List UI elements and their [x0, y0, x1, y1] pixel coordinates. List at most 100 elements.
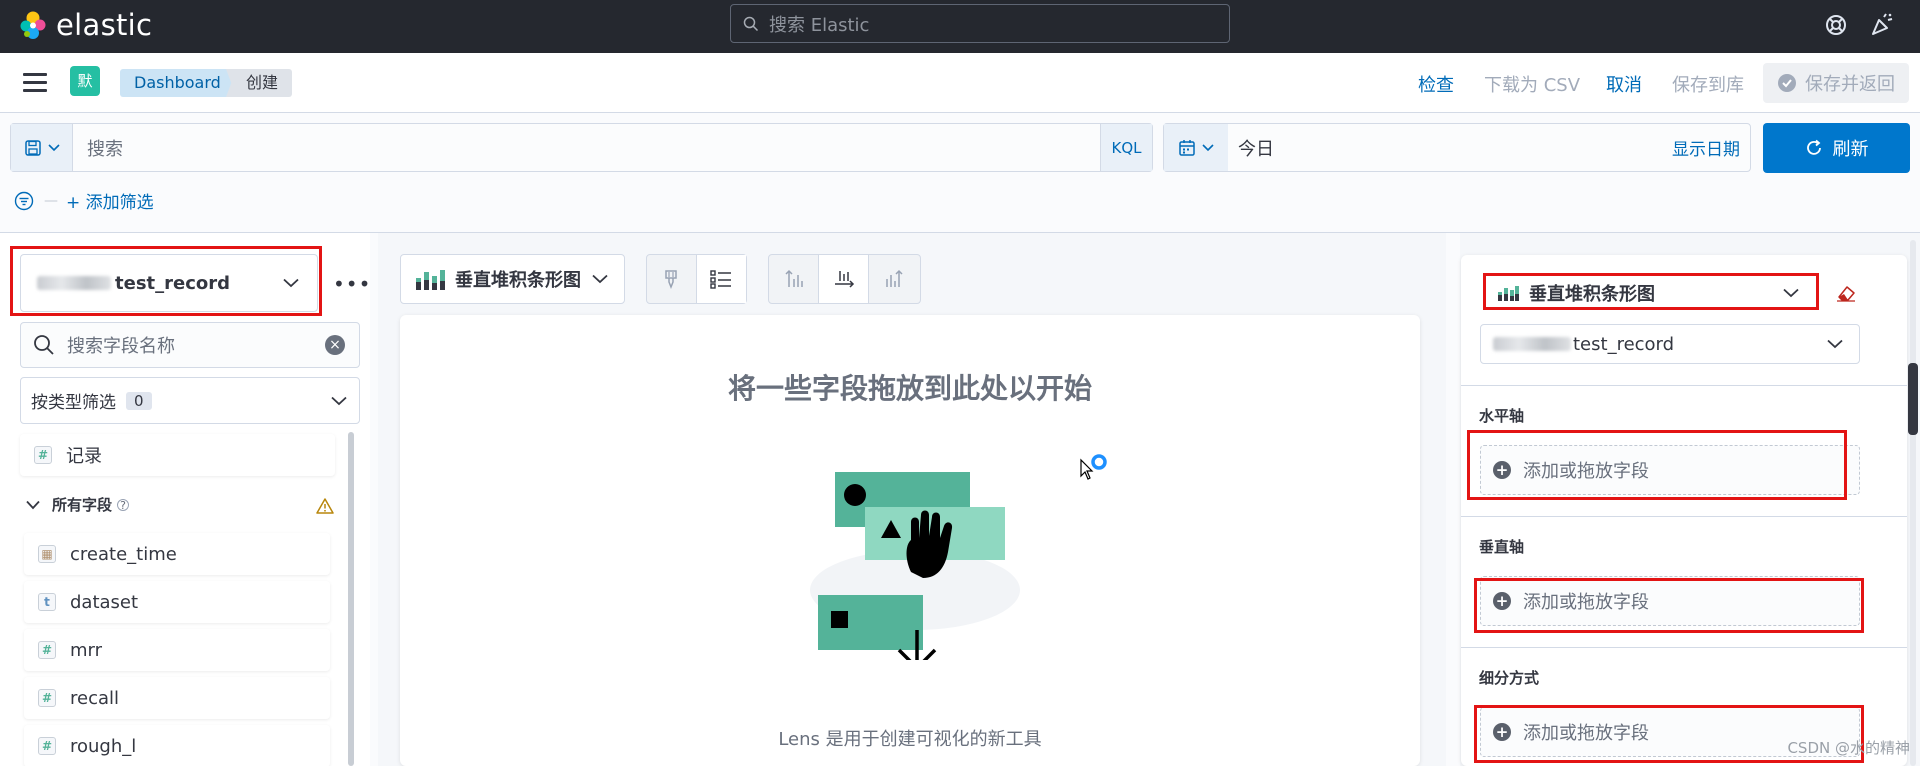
- show-dates-link[interactable]: 显示日期: [1672, 124, 1750, 171]
- config-scrollbar[interactable]: [1910, 240, 1916, 766]
- quick-date-button[interactable]: [1164, 124, 1228, 171]
- all-fields-header[interactable]: 所有字段 ?: [26, 494, 130, 515]
- warning-icon[interactable]: [316, 498, 334, 514]
- left-axis-icon: [784, 269, 803, 287]
- highlight-box-y-axis: [1474, 578, 1864, 633]
- cancel-link[interactable]: 取消: [1606, 71, 1642, 97]
- save-and-return-label: 保存并返回: [1805, 74, 1895, 95]
- bottom-axis-icon: [834, 271, 854, 288]
- query-input[interactable]: 搜索: [73, 124, 1100, 171]
- field-item-recall[interactable]: # recall: [24, 677, 330, 719]
- number-type-icon: #: [34, 446, 52, 464]
- elastic-logo-icon: [20, 11, 46, 39]
- right-axis-icon: [886, 269, 903, 287]
- clear-icon[interactable]: ×: [325, 335, 345, 355]
- help-icon: ?: [117, 498, 130, 511]
- type-filter-select[interactable]: 按类型筛选 0: [20, 377, 360, 424]
- highlight-box-index: [10, 246, 322, 316]
- display-options-group: [646, 254, 747, 304]
- refresh-button[interactable]: 刷新: [1763, 123, 1910, 173]
- redacted-prefix: [1493, 337, 1571, 351]
- saved-query-button[interactable]: [11, 124, 73, 171]
- type-filter-label: 按类型筛选: [31, 393, 116, 413]
- field-name: rough_l: [70, 735, 137, 757]
- filter-icon[interactable]: [14, 191, 34, 211]
- date-range-value[interactable]: 今日: [1228, 124, 1672, 171]
- brush-icon: [665, 270, 677, 289]
- config-scrollbar-thumb[interactable]: [1908, 363, 1918, 435]
- save-disk-icon: [24, 139, 41, 156]
- axis-options-group: [768, 254, 921, 304]
- chart-type-switcher[interactable]: 垂直堆积条形图: [400, 254, 625, 304]
- drop-zone-subtitle: Lens 是用于创建可视化的新工具: [778, 729, 1042, 750]
- refresh-label: 刷新: [1832, 139, 1869, 160]
- filter-separator: —: [44, 192, 58, 209]
- download-csv-link[interactable]: 下载为 CSV: [1484, 71, 1580, 97]
- layer-index-pattern-select[interactable]: test_record: [1480, 324, 1860, 364]
- check-circle-icon: [1778, 74, 1796, 92]
- chart-type-label: 垂直堆积条形图: [455, 270, 581, 291]
- section-divider: [1461, 516, 1907, 517]
- highlight-box-x-axis: [1467, 430, 1847, 500]
- elastic-logo[interactable]: elastic: [18, 8, 152, 42]
- legend-options-button[interactable]: [696, 255, 746, 303]
- visual-options-button[interactable]: [647, 255, 697, 303]
- eraser-icon[interactable]: [1836, 284, 1856, 302]
- string-type-icon: t: [38, 593, 56, 611]
- drop-zone-canvas[interactable]: 将一些字段拖放到此处以开始 Lens 是用于创建可视化的新工具: [400, 315, 1420, 766]
- right-axis-button[interactable]: [869, 255, 919, 303]
- search-icon: [34, 335, 54, 355]
- field-name: 记录: [66, 446, 102, 467]
- field-name: dataset: [70, 591, 139, 613]
- highlight-box-chart-type: [1483, 273, 1819, 310]
- drop-zone-title: 将一些字段拖放到此处以开始: [727, 372, 1092, 405]
- field-search-input[interactable]: 搜索字段名称 ×: [20, 322, 360, 368]
- app-header: 默 Dashboard 创建 检查 下载为 CSV 取消 保存到库 保存并返回: [0, 53, 1920, 113]
- filter-row: — + 添加筛选: [14, 188, 154, 213]
- field-item-dataset[interactable]: t dataset: [24, 581, 330, 623]
- calendar-icon: [1179, 139, 1195, 156]
- add-filter-link[interactable]: + 添加筛选: [66, 188, 154, 213]
- chevron-down-icon: [592, 274, 608, 284]
- section-divider: [1461, 647, 1907, 648]
- chevron-down-icon: [1827, 339, 1843, 349]
- breadcrumb-dashboard[interactable]: Dashboard: [120, 69, 239, 97]
- mouse-cursor-icon: [1080, 454, 1107, 480]
- date-type-icon: ▦: [38, 545, 56, 563]
- query-language-button[interactable]: KQL: [1100, 124, 1152, 171]
- x-axis-label: 水平轴: [1479, 407, 1525, 425]
- layer-index-pattern-name: test_record: [1573, 333, 1675, 355]
- chevron-down-icon: [26, 500, 40, 509]
- global-header: elastic 搜索 Elastic: [0, 0, 1920, 53]
- query-bar: 搜索 KQL: [10, 123, 1153, 172]
- help-icon[interactable]: [1822, 11, 1850, 39]
- menu-toggle-button[interactable]: [23, 73, 47, 93]
- left-axis-button[interactable]: [769, 255, 819, 303]
- global-search-placeholder: 搜索 Elastic: [769, 14, 870, 36]
- newsfeed-icon[interactable]: [1868, 11, 1896, 39]
- save-to-library-link[interactable]: 保存到库: [1672, 71, 1744, 97]
- list-icon: [710, 270, 732, 289]
- space-avatar[interactable]: 默: [70, 66, 100, 96]
- logo-text: elastic: [56, 8, 153, 42]
- type-filter-count: 0: [126, 391, 152, 410]
- field-list-scrollbar[interactable]: [348, 432, 354, 766]
- number-type-icon: #: [38, 737, 56, 755]
- field-item-rough-l[interactable]: # rough_l: [24, 725, 330, 766]
- number-type-icon: #: [38, 689, 56, 707]
- save-and-return-button[interactable]: 保存并返回: [1763, 63, 1909, 103]
- global-search-input[interactable]: 搜索 Elastic: [730, 4, 1230, 43]
- inspect-link[interactable]: 检查: [1418, 71, 1454, 97]
- breadcrumb-create: 创建: [226, 69, 293, 97]
- chevron-down-icon: [1202, 143, 1214, 151]
- bottom-axis-button[interactable]: [819, 255, 869, 303]
- field-item-mrr[interactable]: # mrr: [24, 629, 330, 671]
- number-type-icon: #: [38, 641, 56, 659]
- date-picker: 今日 显示日期: [1163, 123, 1751, 172]
- breakdown-label: 细分方式: [1479, 669, 1540, 687]
- field-item-create-time[interactable]: ▦ create_time: [24, 533, 330, 575]
- watermark-text: CSDN @水的精神: [1787, 739, 1910, 757]
- more-actions-icon[interactable]: •••: [333, 272, 371, 296]
- chevron-down-icon: [331, 396, 347, 405]
- field-item-record[interactable]: # 记录: [20, 434, 335, 476]
